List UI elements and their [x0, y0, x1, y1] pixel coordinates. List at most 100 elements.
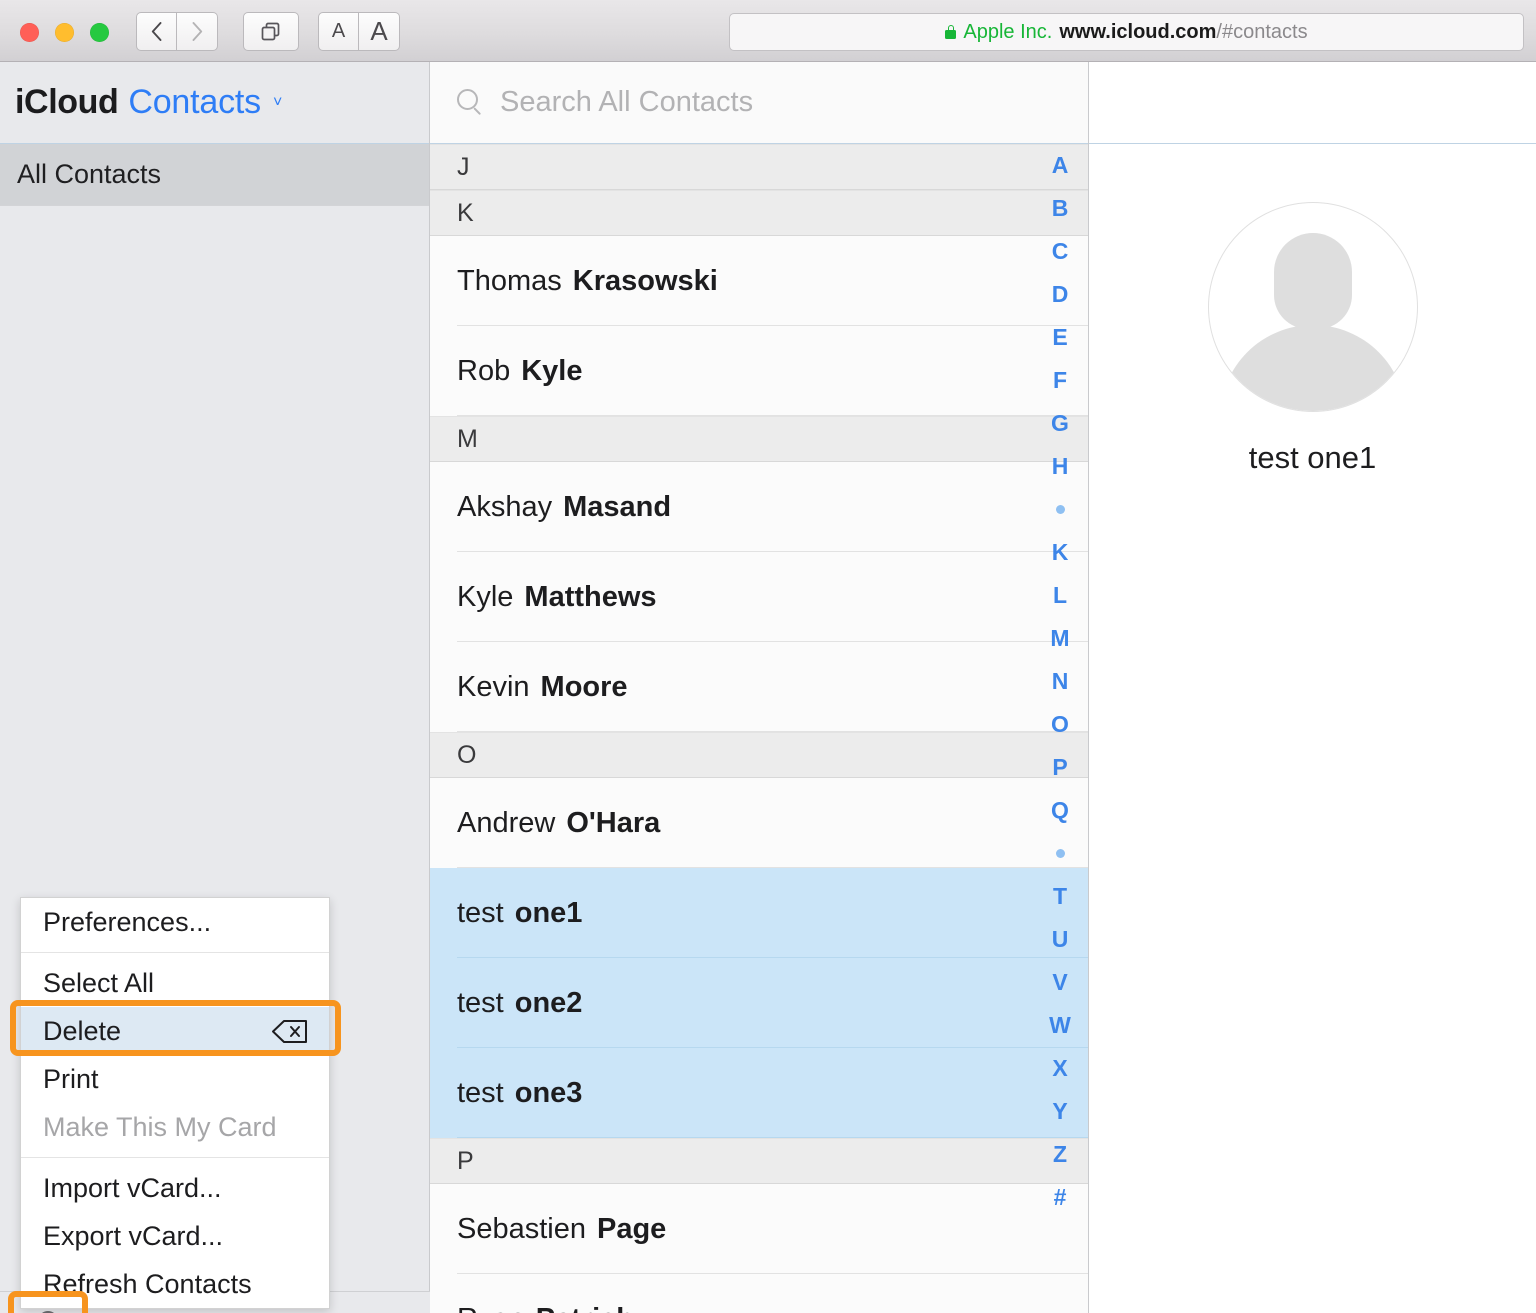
alphabet-index-letter: A — [1052, 152, 1069, 179]
menu-item-label: Import vCard... — [43, 1173, 222, 1204]
alphabet-index-item[interactable]: Y — [1032, 1090, 1088, 1133]
contact-last-name: O'Hara — [566, 807, 660, 840]
alphabet-index-item[interactable] — [1032, 488, 1088, 531]
alphabet-index-item[interactable]: # — [1032, 1176, 1088, 1219]
contact-row[interactable]: Andrew O'Hara — [430, 778, 1088, 868]
menu-item[interactable]: Print — [21, 1055, 329, 1103]
close-window-button[interactable] — [20, 23, 39, 42]
alphabet-index-item[interactable]: X — [1032, 1047, 1088, 1090]
alphabet-index-item[interactable]: K — [1032, 531, 1088, 574]
alphabet-index-item[interactable]: B — [1032, 187, 1088, 230]
alphabet-index-item[interactable]: U — [1032, 918, 1088, 961]
alphabet-index-item[interactable]: G — [1032, 402, 1088, 445]
address-bar[interactable]: Apple Inc. www.icloud.com /#contacts — [729, 13, 1524, 51]
alphabet-index-item[interactable]: F — [1032, 359, 1088, 402]
contact-row[interactable]: RyanPetrich — [430, 1274, 1088, 1313]
alphabet-index-letter: C — [1052, 238, 1069, 265]
contact-last-name: Matthews — [524, 581, 656, 614]
contact-first-name: Andrew — [457, 807, 555, 840]
maximize-window-button[interactable] — [90, 23, 109, 42]
url-path: /#contacts — [1216, 21, 1307, 44]
increase-text-size-button[interactable]: A — [359, 12, 400, 51]
large-a-label: A — [370, 16, 387, 47]
menu-item[interactable]: Export vCard... — [21, 1212, 329, 1260]
alphabet-index-letter: Z — [1053, 1141, 1067, 1168]
alphabet-index-item[interactable] — [1032, 832, 1088, 875]
contact-row[interactable]: RobKyle — [430, 326, 1088, 416]
alphabet-index-item[interactable]: T — [1032, 875, 1088, 918]
alphabet-index-item[interactable]: H — [1032, 445, 1088, 488]
tab-overview-group — [243, 12, 299, 51]
search-bar[interactable]: Search All Contacts — [430, 62, 1088, 144]
alphabet-index-item[interactable]: Z — [1032, 1133, 1088, 1176]
contact-row[interactable]: ThomasKrasowski — [430, 236, 1088, 326]
contact-first-name: Rob — [457, 355, 510, 388]
alphabet-index-letter: N — [1052, 668, 1069, 695]
chevron-right-icon — [192, 22, 203, 41]
alphabet-index-letter: V — [1052, 969, 1067, 996]
section-header-label: P — [457, 1147, 474, 1176]
contact-row[interactable]: testone1 — [430, 868, 1088, 958]
menu-item[interactable]: Refresh Contacts — [21, 1260, 329, 1308]
alphabet-index-letter: # — [1054, 1184, 1067, 1211]
menu-item[interactable]: Preferences... — [21, 898, 329, 946]
icloud-contacts-window: A A Apple Inc. www.icloud.com /#contacts… — [0, 0, 1536, 1313]
alphabet-index-item[interactable]: N — [1032, 660, 1088, 703]
alphabet-index-item[interactable]: W — [1032, 1004, 1088, 1047]
alphabet-index-item[interactable]: Q — [1032, 789, 1088, 832]
contact-last-name: Page — [597, 1213, 666, 1246]
section-header-label: J — [457, 153, 470, 182]
alphabet-index-item[interactable]: L — [1032, 574, 1088, 617]
alphabet-index-item[interactable]: O — [1032, 703, 1088, 746]
contact-row[interactable]: KyleMatthews — [430, 552, 1088, 642]
overlapping-squares-icon — [259, 20, 283, 44]
chevron-left-icon — [151, 22, 162, 41]
section-header: O — [430, 732, 1088, 778]
contacts-list: JKThomasKrasowskiRobKyleMAkshayMasandKyl… — [430, 144, 1088, 1313]
brand-app-label[interactable]: Contacts — [128, 83, 261, 122]
contact-first-name: Sebastien — [457, 1213, 586, 1246]
contact-last-name: Petrich — [536, 1303, 634, 1313]
alphabet-index-item[interactable]: D — [1032, 273, 1088, 316]
alphabet-index-dot-icon — [1056, 849, 1065, 858]
alphabet-index-letter: Q — [1051, 797, 1069, 824]
contact-row[interactable]: testone2 — [430, 958, 1088, 1048]
contact-row[interactable]: testone3 — [430, 1048, 1088, 1138]
menu-item-label: Print — [43, 1064, 99, 1095]
alphabet-index-letter: U — [1052, 926, 1069, 953]
forward-button[interactable] — [177, 12, 218, 51]
search-icon — [457, 89, 484, 116]
show-tabs-button[interactable] — [243, 12, 299, 51]
window-traffic-lights — [20, 23, 109, 42]
sidebar-item-label: All Contacts — [17, 159, 161, 190]
sidebar-item-all-contacts[interactable]: All Contacts — [0, 144, 429, 206]
menu-item[interactable]: Import vCard... — [21, 1164, 329, 1212]
contact-row[interactable]: AkshayMasand — [430, 462, 1088, 552]
browser-toolbar: A A Apple Inc. www.icloud.com /#contacts — [0, 0, 1536, 62]
contact-last-name: Masand — [563, 491, 671, 524]
alphabet-index-letter: B — [1052, 195, 1069, 222]
alphabet-index-item[interactable]: A — [1032, 144, 1088, 187]
section-header: M — [430, 416, 1088, 462]
row-divider — [457, 415, 1088, 416]
back-button[interactable] — [136, 12, 177, 51]
chevron-down-icon[interactable]: ˅ — [273, 94, 282, 112]
person-placeholder-avatar[interactable] — [1208, 202, 1418, 412]
alphabet-index[interactable]: ABCDEFGH KLMNOPQ TUVWXYZ # — [1032, 144, 1088, 1313]
alphabet-index-item[interactable]: P — [1032, 746, 1088, 789]
contact-first-name: test — [457, 987, 504, 1020]
alphabet-index-letter: K — [1052, 539, 1069, 566]
alphabet-index-item[interactable]: M — [1032, 617, 1088, 660]
decrease-text-size-button[interactable]: A — [318, 12, 359, 51]
url-host: www.icloud.com — [1059, 21, 1216, 44]
minimize-window-button[interactable] — [55, 23, 74, 42]
alphabet-index-item[interactable]: V — [1032, 961, 1088, 1004]
alphabet-index-item[interactable]: E — [1032, 316, 1088, 359]
menu-item[interactable]: Select All — [21, 959, 329, 1007]
search-input[interactable]: Search All Contacts — [500, 86, 753, 119]
alphabet-index-item[interactable]: C — [1032, 230, 1088, 273]
contact-row[interactable]: Sebastien Page — [430, 1184, 1088, 1274]
contact-row[interactable]: KevinMoore — [430, 642, 1088, 732]
alphabet-index-letter: W — [1049, 1012, 1071, 1039]
menu-item[interactable]: Delete — [21, 1007, 329, 1055]
